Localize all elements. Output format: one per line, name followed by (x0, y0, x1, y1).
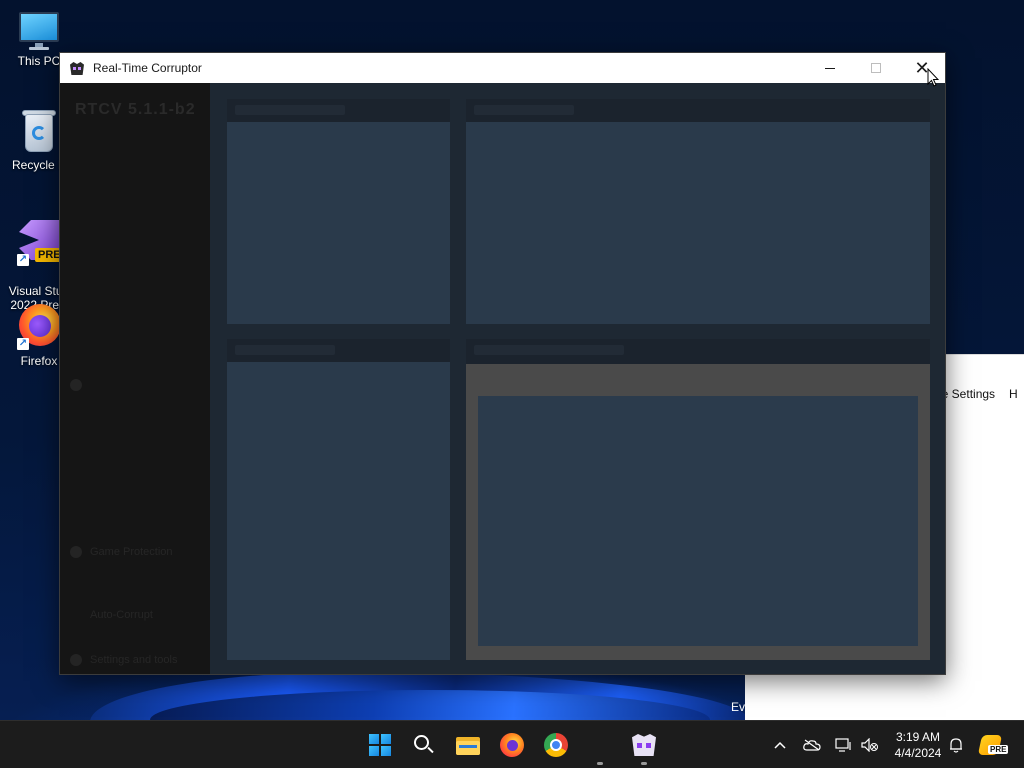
sidebar-dot-icon (70, 546, 82, 558)
file-explorer-icon (456, 735, 480, 755)
sidebar-item-game-protection[interactable]: Game Protection (70, 546, 173, 558)
maximize-button (853, 53, 899, 83)
volume-button[interactable] (858, 721, 882, 768)
panel-header (227, 339, 450, 362)
shortcut-arrow-icon: ↗ (17, 338, 29, 350)
clock-date: 4/4/2024 (894, 746, 942, 760)
blank-taskbar-button[interactable] (580, 721, 620, 768)
computer-icon (17, 10, 61, 50)
window-controls: ✕ (807, 53, 945, 83)
mouse-cursor-icon (927, 68, 939, 87)
panel-header (227, 99, 450, 122)
clock-time: 3:19 AM (895, 730, 941, 744)
sidebar-item-label: Game Protection (90, 546, 173, 558)
rtc-icon (631, 732, 657, 758)
taskbar: 3:19 AM 4/4/2024 PRE (0, 720, 1024, 768)
window-client-area: RTCV 5.1.1-b2 Game Protection Auto-Corru… (60, 83, 945, 674)
sidebar-item-label: Settings and tools (90, 654, 178, 666)
evaluation-watermark: Eva (731, 700, 752, 714)
panel-header (466, 99, 930, 122)
menu-item-help[interactable]: H (1009, 387, 1018, 401)
panel-top-left (227, 99, 450, 324)
onedrive-icon (803, 739, 821, 751)
chrome-taskbar-button[interactable] (536, 721, 576, 768)
sidebar-item-settings-and-tools[interactable]: Settings and tools (70, 654, 177, 666)
minimize-icon (825, 67, 835, 69)
sidebar-item-label: Auto-Corrupt (90, 609, 153, 621)
network-icon (835, 738, 851, 752)
network-button[interactable] (832, 721, 856, 768)
title-bar[interactable]: Real-Time Corruptor ✕ (60, 53, 945, 83)
desktop-icon-label: Recycle B (11, 158, 67, 172)
window-title: Real-Time Corruptor (93, 61, 202, 75)
clock[interactable]: 3:19 AM 4/4/2024 (888, 729, 948, 761)
copilot-preview-badge: PRE (988, 745, 1009, 754)
sidebar-dot-icon (70, 654, 82, 666)
search-button[interactable] (404, 721, 444, 768)
panel-header (466, 339, 930, 362)
onedrive-button[interactable] (800, 721, 824, 768)
notifications-button[interactable] (944, 721, 968, 768)
sidebar-dot-icon (70, 609, 82, 621)
file-explorer-button[interactable] (448, 721, 488, 768)
background-window-menu: ne Settings H (935, 387, 1024, 401)
recycle-bin-icon (20, 108, 58, 154)
sidebar-item-2[interactable] (70, 379, 90, 391)
chevron-up-icon (774, 741, 786, 749)
sidebar-dot-icon (70, 341, 82, 353)
sidebar-dot-icon (70, 379, 82, 391)
panel-bottom-right (466, 339, 930, 660)
firefox-icon (500, 733, 524, 757)
minimize-button[interactable] (807, 53, 853, 83)
running-indicator (597, 762, 603, 765)
sidebar-item-1[interactable] (70, 341, 90, 353)
start-icon (369, 734, 391, 756)
rtc-main-window[interactable]: Real-Time Corruptor ✕ RTCV 5.1.1-b2 Game… (59, 52, 946, 675)
panel-bottom-left (227, 339, 450, 660)
firefox-taskbar-button[interactable] (492, 721, 532, 768)
firefox-icon: ↗ (15, 302, 63, 350)
rtc-taskbar-button[interactable] (624, 721, 664, 768)
version-label: RTCV 5.1.1-b2 (75, 101, 196, 118)
desktop-icon-label: This PC (17, 54, 61, 68)
running-indicator (641, 762, 647, 765)
maximize-icon (871, 63, 881, 73)
start-button[interactable] (360, 721, 400, 768)
notification-icon (950, 738, 962, 753)
sidebar-item-auto-corrupt[interactable]: Auto-Corrupt (70, 609, 153, 621)
chrome-icon (544, 733, 568, 757)
volume-mute-icon (861, 738, 878, 752)
panel-content-box (478, 396, 918, 646)
rtc-app-icon (69, 60, 85, 76)
panel-inner-area (466, 364, 930, 660)
copilot-button[interactable]: PRE (977, 733, 1009, 757)
sidebar: RTCV 5.1.1-b2 Game Protection Auto-Corru… (60, 83, 210, 674)
search-icon (414, 735, 434, 755)
shortcut-arrow-icon: ↗ (17, 254, 29, 266)
visual-studio-icon: PRE ↗ (15, 218, 64, 266)
desktop-icon-label: Firefox (20, 354, 58, 368)
panel-top-right (466, 99, 930, 324)
show-hidden-icons-button[interactable] (768, 721, 792, 768)
